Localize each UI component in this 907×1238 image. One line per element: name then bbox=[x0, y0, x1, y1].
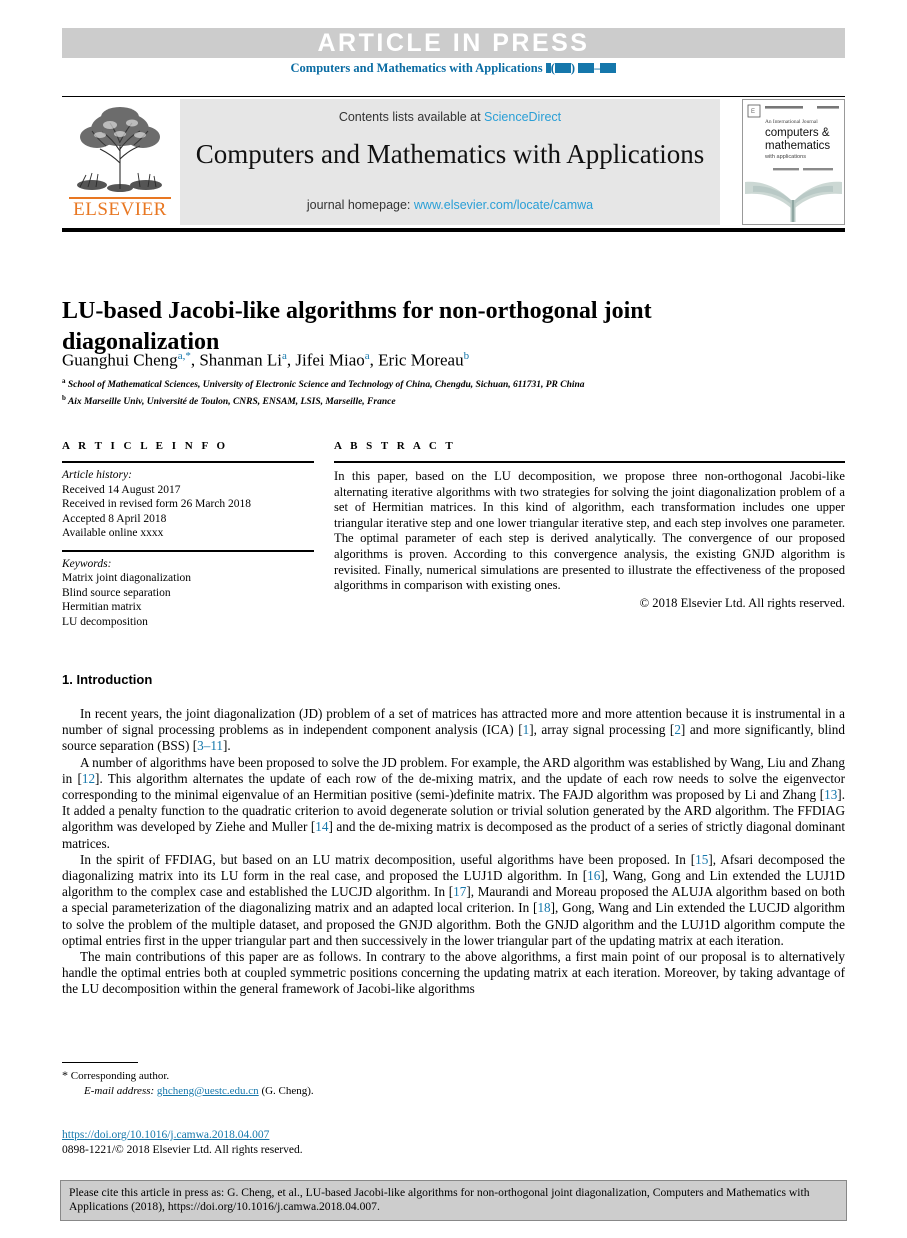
author-name: Jifei Miao bbox=[295, 350, 365, 370]
press-journal-line: Computers and Mathematics with Applicati… bbox=[62, 61, 845, 76]
elsevier-tree-icon bbox=[77, 107, 162, 192]
article-history-item: Accepted 8 April 2018 bbox=[62, 512, 167, 525]
keyword-item: Matrix joint diagonalization bbox=[62, 572, 192, 584]
author-name: Shanman Li bbox=[199, 350, 282, 370]
author-name: Guanghui Cheng bbox=[62, 350, 178, 370]
article-in-press-band: ARTICLE IN PRESS bbox=[62, 28, 845, 58]
article-info-rule-mid bbox=[62, 549, 314, 552]
keywords-label: Keywords: bbox=[62, 557, 112, 570]
journal-title: Computers and Mathematics with Applicati… bbox=[195, 139, 705, 169]
press-journal-name: Computers and Mathematics with Applicati… bbox=[290, 61, 543, 75]
article-info-column: A R T I C L E I N F O Article history: R… bbox=[62, 440, 314, 629]
article-in-press-label: ARTICLE IN PRESS bbox=[317, 29, 590, 57]
footnote-rule bbox=[62, 1062, 138, 1063]
doi-block: https://doi.org/10.1016/j.camwa.2018.04.… bbox=[62, 1128, 562, 1157]
svg-text:An International Journal: An International Journal bbox=[765, 119, 818, 125]
email-note: E-mail address: ghcheng@uestc.edu.cn (G.… bbox=[62, 1084, 562, 1099]
masthead-bottom-rule bbox=[62, 228, 845, 232]
article-history-item: Available online xxxx bbox=[62, 527, 164, 539]
sciencedirect-link[interactable]: ScienceDirect bbox=[484, 110, 561, 124]
corresponding-author-marker: * bbox=[62, 1068, 68, 1082]
abstract-column: A B S T R A C T In this paper, based on … bbox=[334, 440, 845, 611]
homepage-prefix: journal homepage: bbox=[306, 198, 414, 212]
body-paragraph: The main contributions of this paper are… bbox=[62, 949, 845, 997]
journal-homepage-line: journal homepage: www.elsevier.com/locat… bbox=[180, 198, 720, 212]
author-affiliation-marker: b bbox=[463, 350, 470, 362]
issue-placeholder-block bbox=[554, 63, 571, 73]
issn-copyright-line: 0898-1221/© 2018 Elsevier Ltd. All right… bbox=[62, 1143, 303, 1156]
masthead-center: Contents lists available at ScienceDirec… bbox=[180, 99, 720, 225]
section-heading-introduction: 1. Introduction bbox=[62, 672, 153, 687]
corresponding-author-note: * Corresponding author. bbox=[62, 1068, 562, 1084]
abstract-rule bbox=[334, 461, 845, 463]
corresponding-author-text: Corresponding author. bbox=[70, 1070, 170, 1082]
keyword-item: Blind source separation bbox=[62, 586, 171, 599]
journal-homepage-link[interactable]: www.elsevier.com/locate/camwa bbox=[414, 198, 593, 212]
abstract-heading: A B S T R A C T bbox=[334, 440, 456, 452]
svg-text:computers &: computers & bbox=[765, 127, 830, 139]
keyword-item: Hermitian matrix bbox=[62, 601, 142, 613]
article-history-item: Received in revised form 26 March 2018 bbox=[62, 498, 252, 510]
svg-text:with applications: with applications bbox=[764, 154, 806, 160]
author-name: Eric Moreau bbox=[378, 350, 464, 370]
elsevier-logo: ELSEVIER bbox=[62, 99, 178, 225]
body-paragraph: A number of algorithms have been propose… bbox=[62, 754, 845, 851]
masthead: ELSEVIER Contents lists available at Sci… bbox=[62, 99, 845, 225]
doi-link[interactable]: https://doi.org/10.1016/j.camwa.2018.04.… bbox=[62, 1129, 269, 1141]
svg-text:mathematics: mathematics bbox=[765, 140, 830, 152]
affiliation-marker: a bbox=[62, 377, 66, 385]
email-owner: (G. Cheng). bbox=[261, 1085, 314, 1097]
keyword-item: LU decomposition bbox=[62, 615, 148, 628]
elsevier-wordmark: ELSEVIER bbox=[73, 199, 167, 220]
footnote-block: * Corresponding author. E-mail address: … bbox=[62, 1068, 562, 1099]
keywords-block: Keywords: Matrix joint diagonalization B… bbox=[62, 557, 314, 630]
author-affiliation-marker: a bbox=[281, 350, 287, 362]
author-affiliation-marker: a bbox=[364, 350, 370, 362]
body-paragraph: In recent years, the joint diagonalizati… bbox=[62, 706, 845, 754]
copyright-line: © 2018 Elsevier Ltd. All rights reserved… bbox=[639, 595, 845, 610]
masthead-top-rule bbox=[62, 96, 845, 97]
page-end-placeholder-block bbox=[600, 63, 617, 73]
body-paragraph: In the spirit of FFDIAG, but based on an… bbox=[62, 851, 846, 948]
contents-prefix: Contents lists available at bbox=[338, 110, 485, 124]
article-history-label: Article history: bbox=[62, 469, 132, 481]
page-start-placeholder-block bbox=[578, 63, 595, 73]
journal-cover-thumbnail: E An International Journal computers & m… bbox=[742, 99, 845, 225]
affiliation-list: a School of Mathematical Sciences, Unive… bbox=[62, 375, 822, 409]
cite-this-article-box: Please cite this article in press as: G.… bbox=[60, 1180, 847, 1221]
affiliation-item: b Aix Marseille Univ, Université de Toul… bbox=[62, 392, 822, 409]
article-history: Article history: Received 14 August 2017… bbox=[62, 468, 314, 541]
journal-cover-image: E An International Journal computers & m… bbox=[743, 100, 844, 224]
page-title: LU-based Jacobi-like algorithms for non-… bbox=[62, 298, 652, 356]
author-list: Guanghui Chenga,*, Shanman Lia, Jifei Mi… bbox=[62, 350, 470, 370]
article-info-heading: A R T I C L E I N F O bbox=[62, 440, 229, 452]
affiliation-text: Aix Marseille Univ, Université de Toulon… bbox=[67, 397, 396, 408]
article-history-item: Received 14 August 2017 bbox=[62, 483, 181, 496]
abstract-text: In this paper, based on the LU decomposi… bbox=[334, 469, 845, 593]
article-info-rule-top bbox=[62, 461, 314, 463]
author-affiliation-marker: a,* bbox=[177, 350, 191, 362]
svg-text:E: E bbox=[751, 109, 755, 115]
email-link[interactable]: ghcheng@uestc.edu.cn bbox=[157, 1085, 259, 1097]
article-page: ARTICLE IN PRESS Computers and Mathemati… bbox=[0, 0, 907, 1238]
email-label: E-mail address: bbox=[84, 1085, 155, 1097]
introduction-section: 1. Introduction In recent years, the joi… bbox=[62, 672, 845, 998]
contents-available-line: Contents lists available at ScienceDirec… bbox=[180, 110, 720, 124]
affiliation-item: a School of Mathematical Sciences, Unive… bbox=[62, 375, 822, 392]
affiliation-marker: b bbox=[62, 394, 66, 403]
affiliation-text: School of Mathematical Sciences, Univers… bbox=[67, 380, 585, 391]
